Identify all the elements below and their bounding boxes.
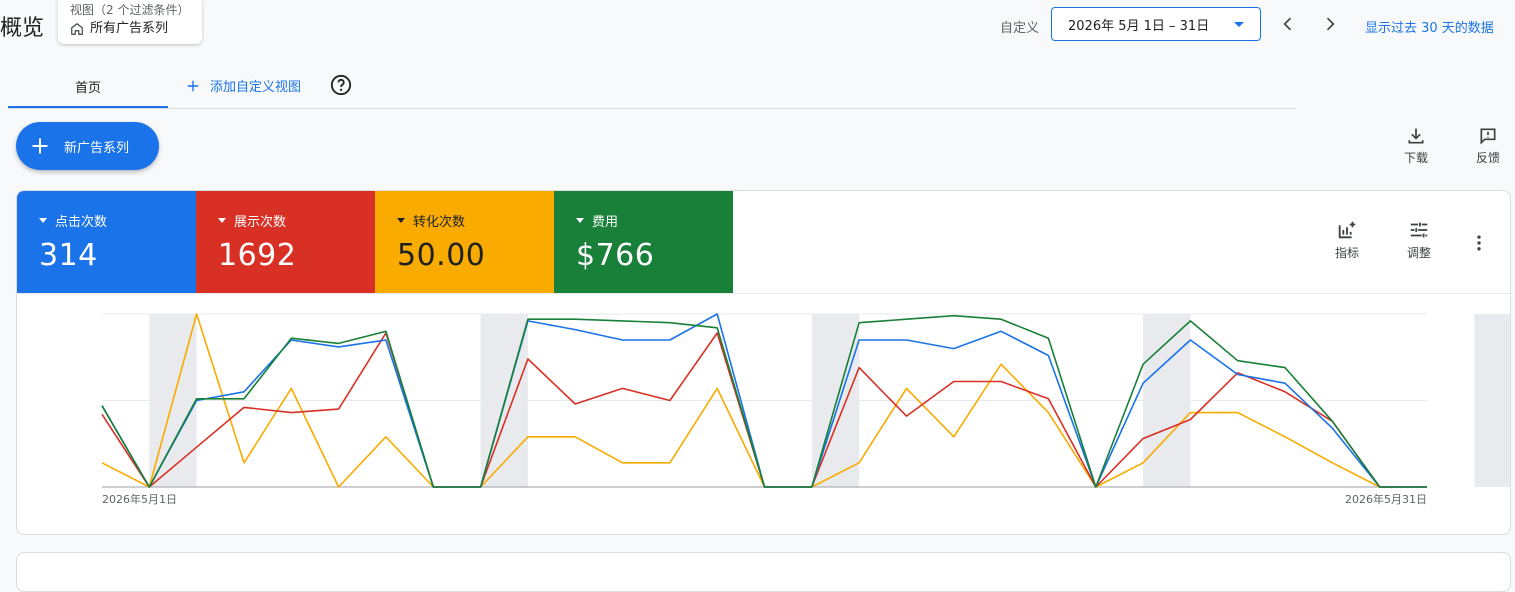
view-chip-label: 所有广告系列: [90, 21, 169, 36]
add-chart-icon: [1338, 221, 1356, 239]
adjust-button[interactable]: 调整: [1397, 219, 1441, 261]
new-campaign-label: 新广告系列: [64, 140, 130, 156]
last-30-days-link[interactable]: 显示过去 30 天的数据: [1365, 17, 1494, 36]
plus-icon: [187, 80, 199, 91]
view-filter-chip[interactable]: 视图（2 个过滤条件） 所有广告系列: [58, 0, 202, 44]
tab-home[interactable]: 首页: [8, 66, 168, 108]
x-tick-label: 2026年5月1日: [102, 492, 177, 506]
metric-tile-impressions[interactable]: 展示次数 1692: [196, 191, 375, 293]
dropdown-arrow-icon: [576, 218, 584, 223]
next-period-arrow-icon[interactable]: [1320, 14, 1340, 34]
metric-value: $766: [576, 238, 655, 273]
tab-add-custom-view[interactable]: 添加自定义视图: [186, 76, 301, 95]
date-range-value: 2026年 5月 1日 – 31日: [1068, 18, 1210, 34]
feedback-button[interactable]: 反馈: [1466, 126, 1510, 166]
dropdown-arrow-icon: [218, 218, 226, 223]
download-icon: [1408, 128, 1424, 144]
download-button[interactable]: 下载: [1394, 126, 1438, 166]
series-line: [101, 332, 1427, 488]
date-range-label: 自定义: [1000, 21, 1040, 36]
metric-value: 1692: [218, 238, 297, 273]
metric-tile-cost[interactable]: 费用 $766: [554, 191, 733, 293]
tune-icon: [1410, 222, 1428, 238]
metrics-button[interactable]: 指标: [1325, 219, 1369, 261]
performance-line-chart: 2026年5月1日 2026年5月31日: [101, 313, 1510, 506]
performance-card: 点击次数 314 展示次数 1692 转化次数 50.00 费用 $766 指标…: [16, 190, 1511, 535]
dropdown-arrow-icon: [397, 218, 405, 223]
account-diagnostics-card: [16, 552, 1511, 592]
dropdown-arrow-icon: [39, 218, 47, 223]
metric-label: 点击次数: [55, 215, 108, 230]
page-title: 概览: [0, 16, 45, 41]
new-campaign-button[interactable]: 新广告系列: [16, 122, 159, 170]
plus-icon: [32, 138, 48, 154]
more-vert-icon[interactable]: [1469, 233, 1489, 253]
metric-label: 展示次数: [234, 215, 287, 230]
metric-value: 50.00: [397, 238, 486, 273]
metrics-label: 指标: [1334, 246, 1359, 260]
x-tick-label: 2026年5月31日: [1345, 492, 1427, 506]
download-label: 下载: [1403, 151, 1428, 165]
home-icon: [71, 23, 83, 35]
adjust-label: 调整: [1406, 246, 1431, 260]
date-range-picker[interactable]: 2026年 5月 1日 – 31日: [1051, 7, 1261, 41]
tab-divider: [8, 108, 1296, 109]
metric-value: 314: [39, 238, 98, 273]
metric-tile-conversions[interactable]: 转化次数 50.00: [375, 191, 554, 293]
add-custom-view-label: 添加自定义视图: [210, 80, 302, 95]
weekend-band: [1474, 314, 1510, 487]
feedback-label: 反馈: [1475, 151, 1500, 165]
metric-label: 费用: [592, 215, 619, 230]
metric-label: 转化次数: [413, 215, 466, 230]
help-icon[interactable]: [330, 74, 352, 96]
chevron-down-icon: [1234, 21, 1244, 27]
feedback-icon: [1480, 128, 1496, 145]
view-chip-caption: 视图（2 个过滤条件）: [70, 3, 190, 17]
metric-tile-clicks[interactable]: 点击次数 314: [17, 191, 196, 293]
previous-period-arrow-icon[interactable]: [1278, 14, 1298, 34]
